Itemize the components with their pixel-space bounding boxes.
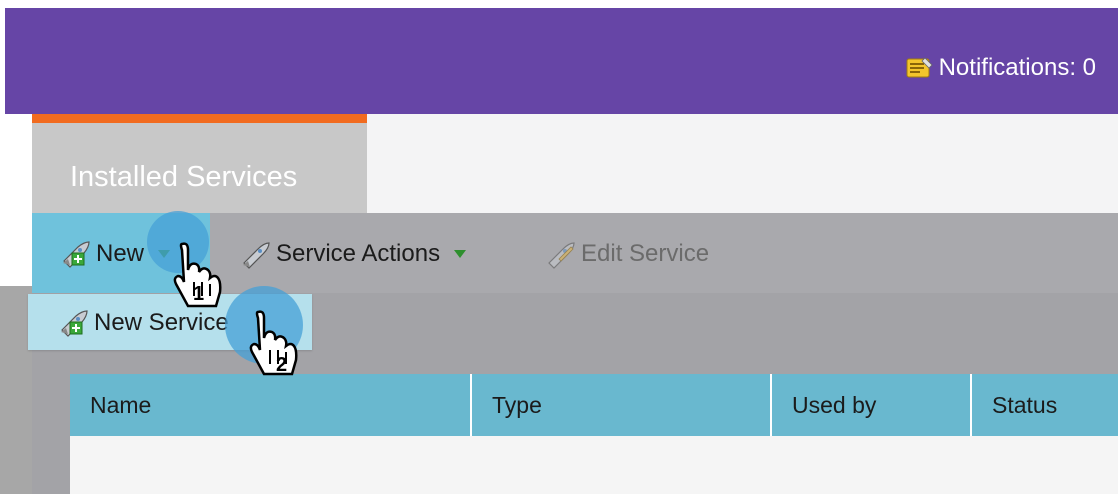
column-header-status[interactable]: Status <box>972 374 1118 436</box>
edit-service-label: Edit Service <box>581 240 710 267</box>
rocket-icon <box>243 242 270 269</box>
table-body <box>70 436 1118 494</box>
column-header-used-by[interactable]: Used by <box>772 374 972 436</box>
click-highlight-ring <box>147 211 209 273</box>
tab-strip-empty <box>367 114 1118 213</box>
table-header: Name Type Used by Status <box>70 374 1118 436</box>
notifications-link[interactable]: Notifications: 0 <box>905 53 1096 83</box>
services-table: Name Type Used by Status <box>70 374 1118 494</box>
top-header: Notifications: 0 <box>5 8 1118 114</box>
menu-item-new-service[interactable]: New Service <box>58 308 229 338</box>
column-header-name[interactable]: Name <box>70 374 472 436</box>
service-actions-label: Service Actions <box>276 240 441 267</box>
edit-service-button[interactable]: Edit Service <box>545 237 709 271</box>
notifications-label: Notifications: 0 <box>938 54 1096 81</box>
rocket-plus-icon <box>61 310 88 337</box>
step-number-2: 2 <box>276 354 288 376</box>
menu-item-new-service-label: New Service <box>94 309 229 336</box>
rocket-edit-icon <box>548 242 575 269</box>
new-button-label: New <box>96 240 145 267</box>
tab-installed-services[interactable]: Installed Services <box>32 114 367 213</box>
step-number-1: 1 <box>193 283 205 305</box>
rocket-plus-icon <box>63 241 90 268</box>
column-header-type[interactable]: Type <box>472 374 772 436</box>
tab-installed-services-label: Installed Services <box>70 161 298 193</box>
service-actions-button[interactable]: Service Actions <box>240 237 467 271</box>
click-highlight-ring <box>225 286 303 364</box>
chevron-down-icon[interactable] <box>454 250 467 258</box>
notepad-icon <box>906 57 933 78</box>
